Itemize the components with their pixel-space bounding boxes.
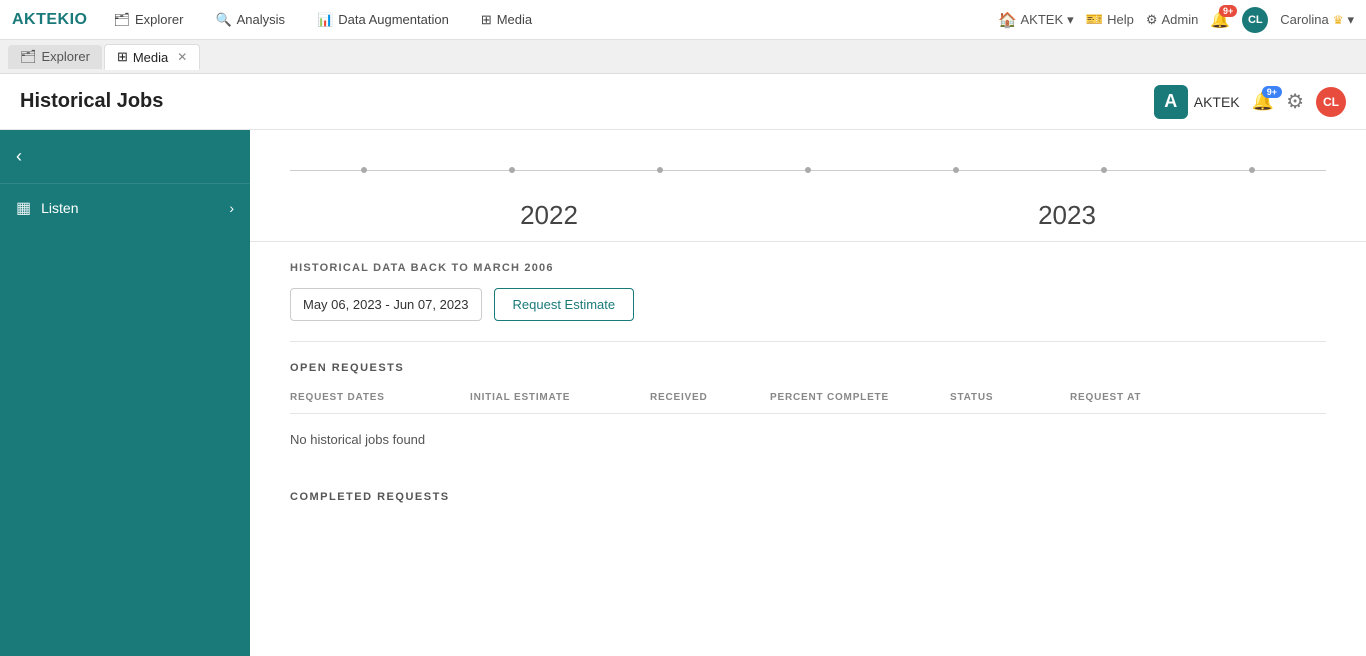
media-nav-icon: ⊞ — [481, 12, 492, 28]
timeline-year-2022: 2022 — [520, 200, 578, 231]
col-request-dates: REQUEST DATES — [290, 388, 470, 407]
page-title: Historical Jobs — [20, 90, 163, 113]
open-requests-section: OPEN REQUESTS REQUEST DATES INITIAL ESTI… — [250, 342, 1366, 471]
tab-media[interactable]: ⊞ Media ✕ — [104, 44, 200, 70]
header-settings-icon[interactable]: ⚙ — [1286, 89, 1304, 114]
open-requests-title: OPEN REQUESTS — [290, 362, 1326, 374]
admin-label: Admin — [1162, 12, 1199, 27]
aktek-logo-badge: A — [1154, 85, 1188, 119]
header-user-initials: CL — [1323, 95, 1339, 109]
timeline-dot-3 — [657, 167, 663, 173]
timeline-bar — [290, 150, 1326, 190]
timeline-dot-1 — [361, 167, 367, 173]
aktek-header-label: AKTEK — [1194, 94, 1240, 110]
back-arrow-icon: ‹ — [16, 146, 22, 167]
explorer-nav-icon: 🗂 — [114, 12, 131, 28]
open-requests-empty-message: No historical jobs found — [290, 418, 1326, 461]
notification-badge: 9+ — [1219, 5, 1237, 17]
timeline-dot-2 — [509, 167, 515, 173]
user-name-label: Carolina — [1280, 12, 1328, 27]
header-notification-badge: 9+ — [1262, 86, 1282, 98]
user-avatar-small[interactable]: CL — [1242, 7, 1268, 33]
header-notification-bell[interactable]: 🔔 9+ — [1252, 91, 1274, 112]
main-layout: ‹ ▦ Listen › — [0, 130, 1366, 656]
crown-icon: ♛ — [1333, 13, 1344, 27]
col-percent-complete: PERCENT COMPLETE — [770, 388, 950, 407]
top-navigation: AKTEKIO 🗂 Explorer 🔍 Analysis 📊 Data Aug… — [0, 0, 1366, 40]
nav-analysis-label: Analysis — [237, 12, 285, 27]
completed-requests-section: COMPLETED REQUESTS — [250, 471, 1366, 527]
header-aktek-badge: A AKTEK — [1154, 85, 1240, 119]
admin-settings-icon: ⚙ — [1146, 12, 1158, 28]
nav-item-explorer[interactable]: 🗂 Explorer — [108, 8, 190, 32]
help-icon: 🎫 — [1086, 11, 1103, 28]
historical-data-label: HISTORICAL DATA BACK TO MARCH 2006 — [290, 262, 1326, 274]
user-initials-small: CL — [1248, 14, 1263, 26]
historical-section: HISTORICAL DATA BACK TO MARCH 2006 May 0… — [250, 242, 1366, 341]
sidebar: ‹ ▦ Listen › — [0, 130, 250, 656]
timeline-year-2023: 2023 — [1038, 200, 1096, 231]
header-user-avatar[interactable]: CL — [1316, 87, 1346, 117]
col-initial-estimate: INITIAL ESTIMATE — [470, 388, 650, 407]
open-requests-table-header: REQUEST DATES INITIAL ESTIMATE RECEIVED … — [290, 388, 1326, 414]
nav-media-label: Media — [497, 12, 532, 27]
sidebar-back-button[interactable]: ‹ — [0, 130, 250, 184]
tab-close-icon[interactable]: ✕ — [177, 50, 187, 64]
tab-explorer-icon: 🗂 — [20, 49, 37, 65]
nav-explorer-label: Explorer — [135, 12, 183, 27]
nav-item-analysis[interactable]: 🔍 Analysis — [209, 8, 291, 32]
nav-data-aug-label: Data Augmentation — [338, 12, 449, 27]
user-name-nav[interactable]: Carolina ♛ ▾ — [1280, 12, 1354, 28]
nav-item-media[interactable]: ⊞ Media — [475, 8, 538, 32]
top-nav-right: 🏠 AKTEK ▾ 🎫 Help ⚙ Admin 🔔 9+ CL Carolin… — [999, 7, 1355, 33]
page-header: Historical Jobs A AKTEK 🔔 9+ ⚙ CL — [0, 74, 1366, 130]
sidebar-listen-label: Listen — [41, 200, 78, 216]
completed-requests-title: COMPLETED REQUESTS — [290, 491, 1326, 503]
timeline-dot-4 — [805, 167, 811, 173]
app-logo: AKTEKIO — [12, 11, 88, 29]
listen-icon: ▦ — [16, 198, 31, 218]
sidebar-item-listen[interactable]: ▦ Listen › — [0, 184, 250, 232]
tab-media-label: Media — [133, 50, 168, 65]
timeline-dots — [290, 167, 1326, 173]
timeline-section: 2022 2023 — [250, 130, 1366, 242]
col-request-at: REQUEST AT — [1070, 388, 1230, 407]
historical-controls: May 06, 2023 - Jun 07, 2023 Request Esti… — [290, 288, 1326, 321]
content-area: 2022 2023 HISTORICAL DATA BACK TO MARCH … — [250, 130, 1366, 656]
user-dropdown-icon: ▾ — [1347, 12, 1354, 28]
analysis-nav-icon: 🔍 — [215, 12, 231, 28]
timeline-dot-7 — [1249, 167, 1255, 173]
request-estimate-button[interactable]: Request Estimate — [494, 288, 635, 321]
tab-explorer-label: Explorer — [42, 49, 90, 64]
help-button[interactable]: 🎫 Help — [1086, 11, 1134, 28]
tab-media-icon: ⊞ — [117, 49, 128, 65]
aktek-home-button[interactable]: 🏠 AKTEK ▾ — [999, 11, 1074, 29]
admin-button[interactable]: ⚙ Admin — [1146, 12, 1199, 28]
aktek-badge-letter: A — [1164, 91, 1177, 112]
aktek-dropdown-icon: ▾ — [1067, 12, 1074, 28]
timeline-dot-5 — [953, 167, 959, 173]
col-status: STATUS — [950, 388, 1070, 407]
col-received: RECEIVED — [650, 388, 770, 407]
sidebar-item-listen-left: ▦ Listen — [16, 198, 78, 218]
timeline-labels: 2022 2023 — [290, 200, 1326, 231]
page-header-right: A AKTEK 🔔 9+ ⚙ CL — [1154, 85, 1346, 119]
nav-item-data-augmentation[interactable]: 📊 Data Augmentation — [311, 8, 455, 32]
tab-explorer[interactable]: 🗂 Explorer — [8, 45, 102, 69]
date-range-input[interactable]: May 06, 2023 - Jun 07, 2023 — [290, 288, 482, 321]
notification-bell[interactable]: 🔔 9+ — [1210, 10, 1230, 30]
home-icon: 🏠 — [999, 11, 1017, 29]
sidebar-chevron-right-icon: › — [229, 200, 234, 216]
data-aug-nav-icon: 📊 — [317, 12, 333, 28]
timeline-dot-6 — [1101, 167, 1107, 173]
aktek-nav-label: AKTEK — [1021, 12, 1064, 27]
tab-bar: 🗂 Explorer ⊞ Media ✕ — [0, 40, 1366, 74]
help-label: Help — [1107, 12, 1134, 27]
